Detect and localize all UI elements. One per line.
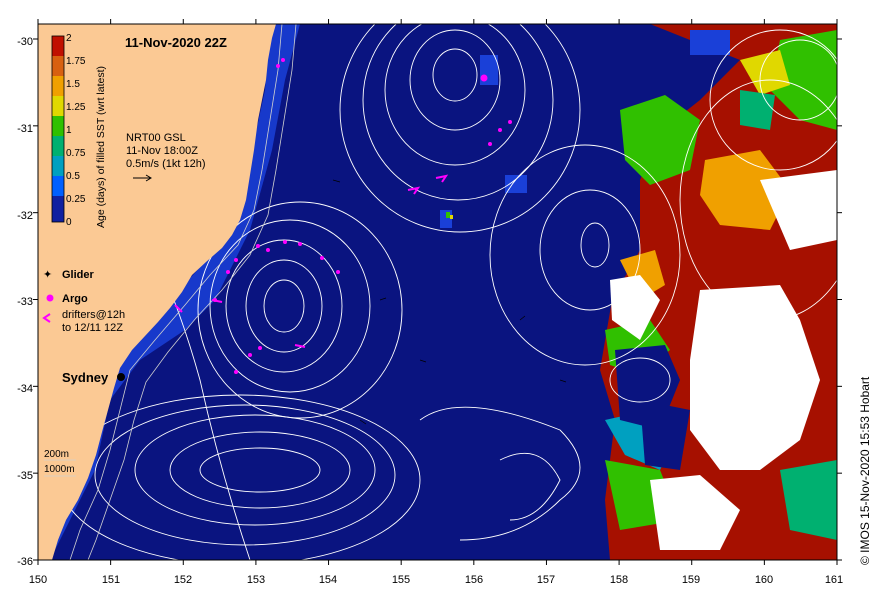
x-tick-label: 153	[247, 574, 265, 586]
depth-1000m-label: 1000m	[44, 464, 75, 475]
x-tick-label: 158	[610, 574, 628, 586]
x-tick-label: 160	[755, 574, 773, 586]
sst-map: 150 151 152 153 154 155 156 157 158 159 …	[17, 19, 872, 586]
x-axis: 150 151 152 153 154 155 156 157 158 159 …	[29, 574, 843, 586]
argo-label: Argo	[62, 293, 88, 305]
current-source: NRT00 GSL	[126, 132, 186, 144]
colorbar-tick: 1	[66, 125, 72, 136]
y-tick-label: -35	[17, 470, 33, 482]
colorbar-tick: 0.75	[66, 148, 86, 159]
x-tick-label: 150	[29, 574, 47, 586]
y-tick-label: -31	[17, 123, 33, 135]
glider-label: Glider	[62, 269, 95, 281]
colorbar-tick: 0.5	[66, 171, 80, 182]
colorbar-tick: 0	[66, 217, 72, 228]
x-tick-label: 152	[174, 574, 192, 586]
current-scale: 0.5m/s (1kt 12h)	[126, 158, 205, 170]
colorbar-label: Age (days) of filled SST (wrt latest)	[95, 66, 107, 228]
x-tick-label: 157	[537, 574, 555, 586]
sydney-label: Sydney	[62, 370, 109, 385]
colorbar-tick: 0.25	[66, 194, 86, 205]
y-tick-label: -33	[17, 296, 33, 308]
drifters-label-2: to 12/11 12Z	[62, 322, 123, 334]
argo-marker	[480, 74, 488, 82]
colorbar-tick: 1.5	[66, 79, 80, 90]
x-tick-label: 151	[102, 574, 120, 586]
x-tick-label: 159	[682, 574, 700, 586]
y-tick-label: -30	[17, 36, 33, 48]
depth-200m-label: 200m	[44, 449, 69, 460]
y-tick-label: -32	[17, 210, 33, 222]
x-tick-label: 161	[825, 574, 843, 586]
x-tick-label: 156	[465, 574, 483, 586]
colorbar-tick: 2	[66, 33, 72, 44]
argo-symbol	[46, 294, 54, 302]
glider-symbol: ✦	[43, 269, 52, 281]
x-tick-label: 154	[319, 574, 337, 586]
map-title: 11-Nov-2020 22Z	[125, 35, 227, 50]
credit-text: © IMOS 15-Nov-2020 15:53 Hobart	[858, 376, 872, 565]
y-axis: -30 -31 -32 -33 -34 -35 -36	[17, 36, 33, 568]
colorbar-tick: 1.25	[66, 102, 86, 113]
y-tick-label: -36	[17, 556, 33, 568]
colorbar-tick: 1.75	[66, 56, 86, 67]
y-tick-label: -34	[17, 383, 33, 395]
drifters-label-1: drifters@12h	[62, 309, 125, 321]
x-tick-label: 155	[392, 574, 410, 586]
sydney-marker	[117, 373, 125, 381]
current-time: 11-Nov 18:00Z	[126, 145, 198, 157]
